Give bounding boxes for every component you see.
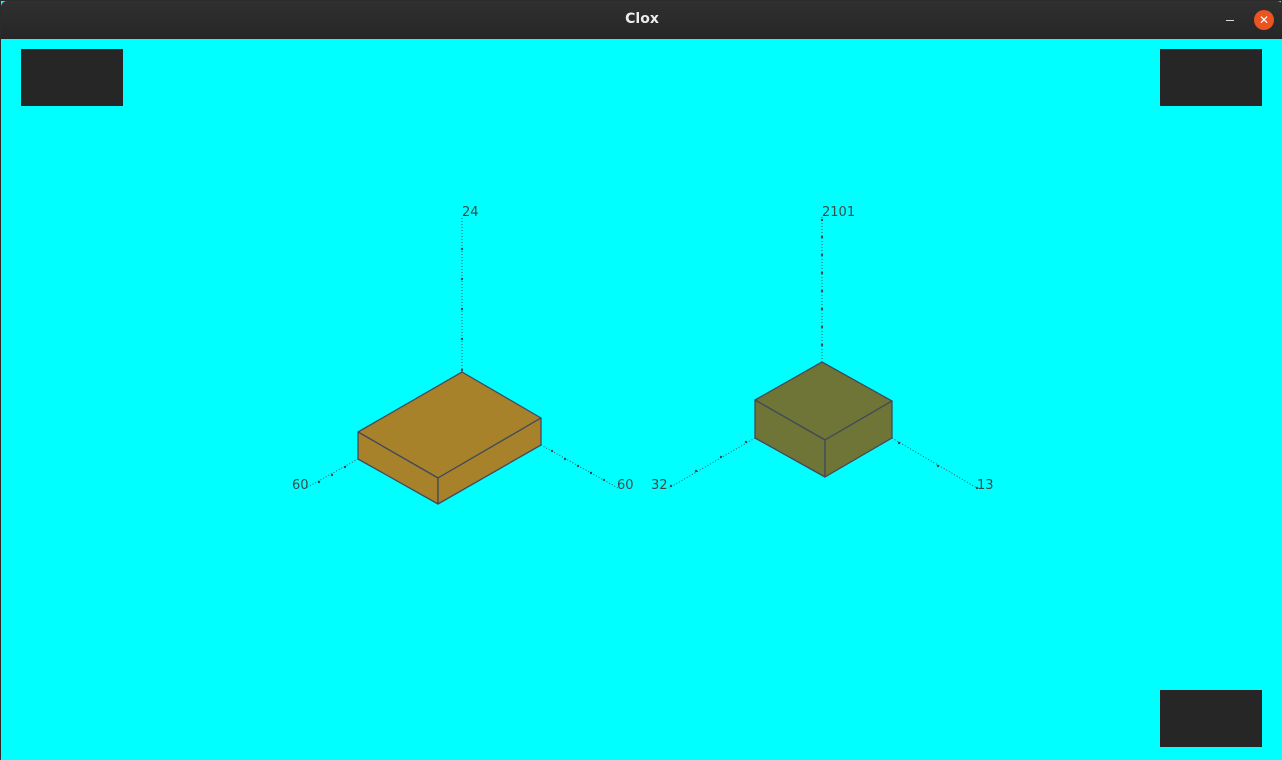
box-left-left-axis	[305, 458, 359, 489]
box-right-left-label: 32	[651, 478, 668, 493]
box-left-group: 24 60 60	[292, 205, 634, 505]
app-window: Clox ✕ 24 60 60 2101 32 13	[0, 0, 1282, 760]
box-left-left-label: 60	[292, 478, 309, 493]
window-title: Clox	[625, 11, 659, 27]
minimize-button[interactable]	[1219, 10, 1241, 30]
isometric-scene: 24 60 60 2101 32 13	[292, 205, 994, 505]
box-right-height-label: 2101	[822, 205, 855, 220]
close-icon: ✕	[1258, 13, 1270, 27]
box-right-right-axis	[891, 437, 978, 489]
box-left-right-label: 60	[617, 478, 634, 493]
box-right-group: 2101 32 13	[651, 205, 994, 493]
canvas-area[interactable]: 24 60 60 2101 32 13	[1, 39, 1282, 760]
box-right-right-label: 13	[977, 478, 994, 493]
minimize-icon	[1226, 20, 1234, 21]
close-button[interactable]: ✕	[1254, 10, 1274, 30]
box-left-height-label: 24	[462, 205, 479, 220]
title-bar[interactable]: Clox ✕	[1, 1, 1282, 40]
box-right-left-axis	[668, 437, 756, 489]
